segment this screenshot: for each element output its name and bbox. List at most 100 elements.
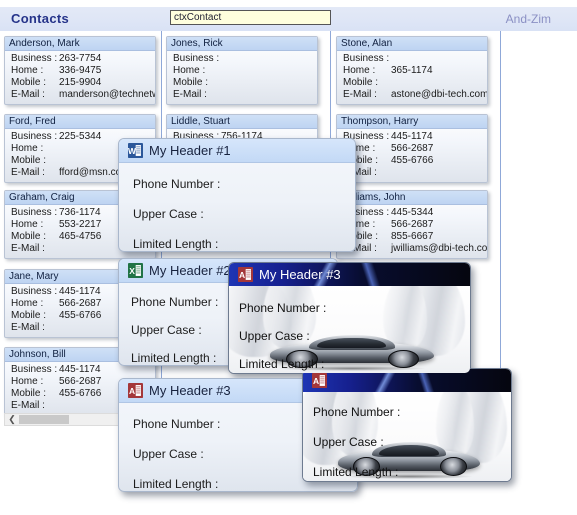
- contact-field-row: Mobile :: [167, 77, 317, 89]
- popup-header[interactable]: A My Header #3: [229, 263, 470, 286]
- popup-title: My Header #1: [149, 143, 231, 158]
- popup-field-label: Limited Length :: [133, 237, 219, 251]
- contact-card[interactable]: Stone, Alan Business : Home : 365-1174 Mobil…: [336, 36, 488, 105]
- contact-name: Williams, John: [337, 191, 487, 205]
- page-title: Contacts: [11, 11, 70, 26]
- contact-field-label: Mobile :: [173, 77, 209, 88]
- contact-card[interactable]: Anderson, Mark Business :263-7754 Home :33…: [4, 36, 156, 105]
- search-input[interactable]: [170, 10, 331, 25]
- popup-field-label: Upper Case :: [239, 329, 310, 343]
- scrollbar-thumb[interactable]: [19, 415, 69, 424]
- svg-text:A: A: [239, 270, 245, 280]
- popup-field-label: Limited Length :: [313, 465, 399, 479]
- popup-field-label: Phone Number :: [133, 177, 221, 191]
- column-divider: [500, 31, 501, 378]
- popup-title: My Header #3: [149, 383, 231, 398]
- contact-field-label: Home :: [11, 219, 44, 230]
- popup-field-label: Limited Length :: [239, 357, 325, 371]
- contact-field-label: Business :: [11, 207, 58, 218]
- contact-field-label: E-Mail :: [11, 167, 45, 178]
- contact-field-label: Business :: [11, 53, 58, 64]
- popup-body: Phone Number : Upper Case : Limited Length…: [119, 162, 355, 251]
- contact-field-label: Home :: [11, 143, 44, 154]
- contact-field-label: Business :: [11, 364, 58, 375]
- contact-field-value: 445-1174: [391, 131, 433, 142]
- range-label: And-Zim: [505, 12, 551, 26]
- contact-field-row: E-Mail : astone@dbi-tech.com: [337, 89, 487, 101]
- contact-field-value: 365-1174: [391, 65, 433, 76]
- contact-field-label: Mobile :: [343, 77, 379, 88]
- contact-name: Liddle, Stuart: [167, 115, 317, 129]
- contact-field-row: Business :263-7754: [5, 53, 155, 65]
- popup-field-label: Upper Case :: [133, 207, 204, 221]
- contact-field-value: 263-7754: [59, 53, 102, 64]
- contact-field-value: 455-6766: [59, 310, 102, 321]
- contact-card[interactable]: Jones, Rick Business : Home : Mobile : E-Mai…: [166, 36, 318, 105]
- contact-field-value: 736-1174: [59, 207, 101, 218]
- contact-field-value: 566-2687: [391, 143, 434, 154]
- popup-title: My Header #2: [149, 263, 231, 278]
- contact-field-label: Mobile :: [11, 231, 47, 242]
- word-document-icon: W: [128, 143, 143, 158]
- contact-field-label: E-Mail :: [343, 89, 377, 100]
- contact-fields: Business :445-1174 Home :566-2687 Mobile :…: [337, 129, 487, 182]
- contact-field-value: 215-9904: [59, 77, 102, 88]
- contact-field-row: Home :566-2687: [337, 143, 487, 155]
- contact-field-value: 445-5344: [391, 207, 434, 218]
- contact-field-value: astone@dbi-tech.com: [391, 89, 487, 100]
- contacts-header-bar: Contacts And-Zim: [0, 7, 577, 31]
- contact-field-value: 445-1174: [59, 286, 101, 297]
- contact-field-row: Mobile :: [337, 77, 487, 89]
- contact-field-row: E-Mail : manderson@technetwork.c...: [5, 89, 155, 101]
- contact-field-value: 445-1174: [59, 364, 101, 375]
- contact-field-label: Mobile :: [11, 77, 47, 88]
- contact-field-row: E-Mail : jwilliams@dbi-tech.com: [337, 243, 487, 255]
- contact-card[interactable]: Williams, John Business :445-5344 Home :56…: [336, 190, 488, 259]
- popup-field-label: Phone Number :: [313, 405, 401, 419]
- contact-field-label: Home :: [11, 298, 44, 309]
- contact-field-row: Business :445-5344: [337, 207, 487, 219]
- contact-field-row: Home : 336-9475: [5, 65, 155, 77]
- popup-field-label: Limited Length :: [133, 477, 219, 491]
- contact-field-label: Home :: [11, 65, 44, 76]
- popup-title: My Header #3: [259, 267, 341, 282]
- popup-field-label: Limited Length :: [131, 351, 217, 365]
- contact-field-label: Home :: [173, 65, 206, 76]
- svg-text:W: W: [128, 146, 136, 156]
- contact-field-label: E-Mail :: [173, 89, 207, 100]
- svg-text:A: A: [129, 386, 135, 396]
- contact-card[interactable]: Thompson, Harry Business :445-1174 Home :5…: [336, 114, 488, 183]
- detail-popup[interactable]: W My Header #1 Phone Number : Upper Case : L…: [118, 138, 356, 252]
- contact-fields: Business : Home : 365-1174 Mobile : E-Mail :…: [337, 51, 487, 104]
- excel-spreadsheet-icon: X: [128, 263, 143, 278]
- contact-field-label: Mobile :: [11, 310, 47, 321]
- contact-field-label: Business :: [343, 53, 390, 64]
- scroll-left-arrow-icon[interactable]: ❮: [7, 415, 17, 424]
- contact-name: Stone, Alan: [337, 37, 487, 51]
- contact-field-label: Business :: [11, 131, 58, 142]
- contact-name: Anderson, Mark: [5, 37, 155, 51]
- contact-field-value: jwilliams@dbi-tech.com: [391, 243, 487, 254]
- contact-field-label: Home :: [11, 376, 44, 387]
- contact-field-row: Business :: [337, 53, 487, 65]
- contact-field-value: 855-6667: [391, 231, 434, 242]
- detail-popup[interactable]: A Phone Number : Upper Case : Limited Lengt…: [302, 368, 512, 482]
- contact-field-label: Home :: [343, 65, 376, 76]
- contact-field-label: E-Mail :: [11, 400, 45, 411]
- contact-field-value: 455-6766: [59, 388, 102, 399]
- contact-fields: Business : Home : Mobile : E-Mail :: [167, 51, 317, 104]
- detail-popup[interactable]: A My Header #3 Phone Number : Upper Case : L…: [228, 262, 471, 374]
- contact-field-label: E-Mail :: [11, 322, 45, 333]
- contact-fields: Business :263-7754 Home :336-9475 Mobile :…: [5, 51, 155, 104]
- contact-field-value: 566-2687: [59, 298, 102, 309]
- contact-field-label: Business :: [11, 286, 58, 297]
- contact-field-value: 553-2217: [59, 219, 102, 230]
- popup-header[interactable]: W My Header #1: [119, 139, 355, 163]
- contact-field-row: Mobile :455-6766: [337, 155, 487, 167]
- svg-text:A: A: [313, 376, 319, 386]
- contact-field-row: Home :566-2687: [337, 219, 487, 231]
- contact-field-label: Business :: [173, 53, 220, 64]
- contact-field-value: 566-2687: [59, 376, 102, 387]
- contact-field-row: Home : 365-1174: [337, 65, 487, 77]
- contact-field-row: E-Mail :: [337, 167, 487, 179]
